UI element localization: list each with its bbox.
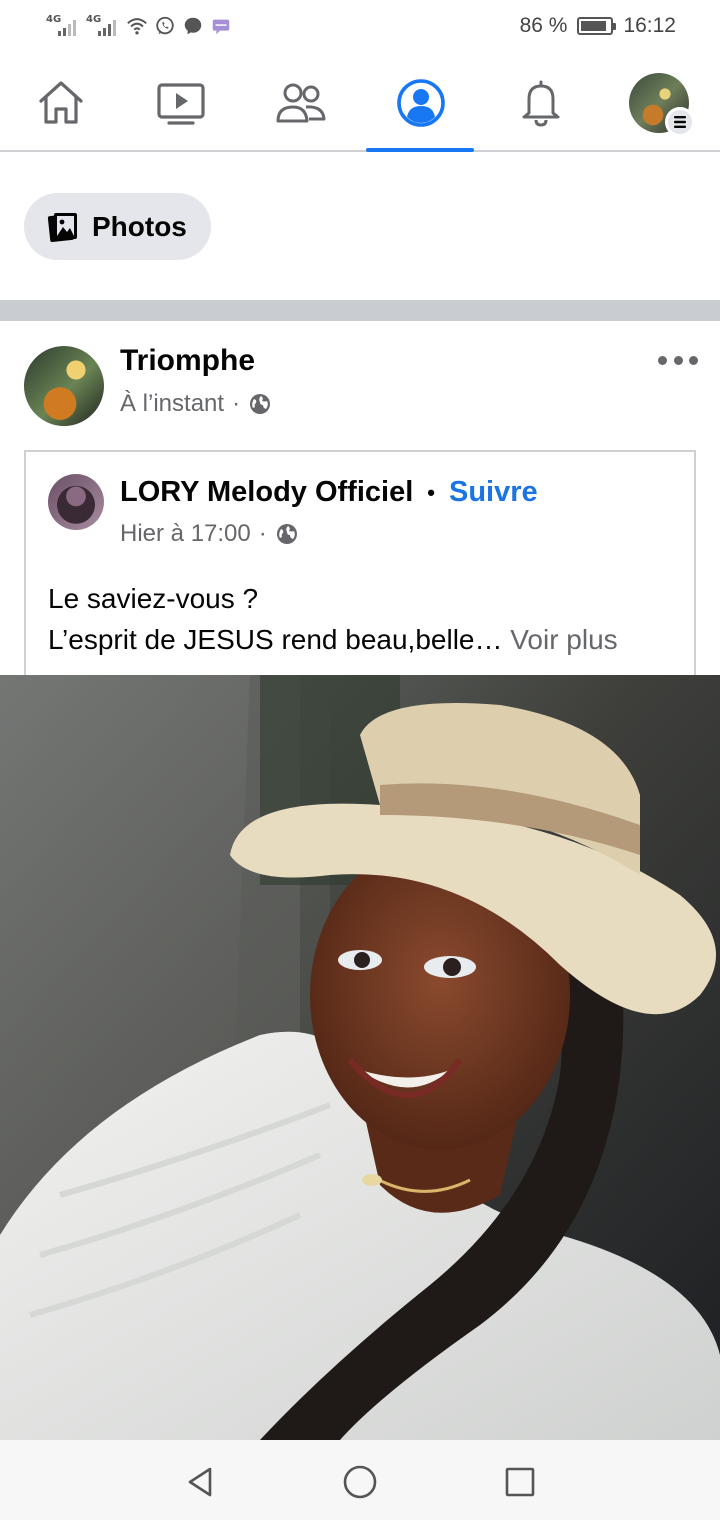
meta-separator: · — [258, 520, 267, 547]
post-text: Le saviez-vous ? L’esprit de JESUS rend … — [48, 578, 678, 660]
back-button[interactable] — [180, 1462, 220, 1502]
status-bar: 4G 4G 86 % 16:12 — [0, 0, 720, 56]
meta-separator: · — [232, 390, 241, 417]
recents-button[interactable] — [500, 1462, 540, 1502]
shared-author-name[interactable]: LORY Melody Officiel — [120, 476, 413, 509]
home-icon — [39, 81, 83, 124]
profile-icon — [397, 79, 445, 127]
tab-friends[interactable] — [246, 56, 356, 150]
post-timestamp[interactable]: À l’instant — [120, 390, 224, 418]
tab-notifications[interactable] — [486, 56, 596, 150]
shared-author-avatar[interactable] — [48, 474, 104, 530]
see-more-link[interactable]: Voir plus — [510, 624, 617, 655]
home-button[interactable] — [340, 1462, 380, 1502]
post-text-line: Le saviez-vous ? — [48, 583, 259, 614]
wifi-icon — [127, 18, 147, 35]
globe-icon — [250, 394, 271, 414]
photos-icon — [47, 212, 77, 242]
post-meta: À l’instant · — [120, 390, 272, 418]
menu-badge — [665, 107, 695, 137]
avatar — [629, 73, 695, 137]
messenger-icon — [184, 17, 202, 35]
photos-label: Photos — [92, 210, 187, 242]
shared-post-timestamp[interactable]: Hier à 17:00 — [120, 520, 251, 548]
message-icon — [212, 19, 230, 35]
status-icons-left: 4G 4G — [46, 14, 232, 38]
clock: 16:12 — [623, 14, 676, 37]
post-author-avatar[interactable] — [24, 346, 104, 426]
post-photo[interactable] — [0, 675, 720, 1440]
signal-icon: 4G — [86, 14, 120, 38]
shared-post-meta: Hier à 17:00 · — [120, 520, 299, 548]
tab-menu[interactable] — [604, 56, 714, 150]
system-nav-bar — [0, 1440, 720, 1520]
bell-icon — [522, 80, 560, 127]
back-icon — [188, 1467, 212, 1497]
recents-icon — [505, 1467, 535, 1497]
status-icons-right: 86 % 16:12 — [520, 14, 676, 38]
shared-post[interactable]: LORY Melody Officiel • Suivre Hier à 17:… — [24, 450, 696, 680]
friends-icon — [276, 83, 326, 123]
battery-icon — [577, 17, 617, 35]
post-author-name[interactable]: Triomphe — [120, 344, 255, 378]
more-options-icon — [658, 355, 667, 365]
whatsapp-icon — [156, 16, 174, 35]
tab-home[interactable] — [6, 56, 116, 150]
shared-author-row: LORY Melody Officiel • Suivre — [120, 476, 538, 509]
tab-watch[interactable] — [126, 56, 236, 150]
tab-profile[interactable] — [366, 56, 476, 152]
post-text-truncated: L’esprit de JESUS rend beau,belle… — [48, 624, 503, 655]
signal-icon: 4G — [46, 14, 80, 38]
top-nav — [0, 56, 720, 152]
menu-icon — [674, 116, 686, 128]
photos-button[interactable]: Photos — [24, 193, 211, 260]
section-divider — [0, 300, 720, 321]
video-icon — [157, 83, 205, 125]
home-circle-icon — [343, 1465, 377, 1499]
post-text-line-2: L’esprit de JESUS rend beau,belle… Voir … — [48, 619, 678, 660]
post-photo-image — [0, 675, 720, 1440]
follow-button[interactable]: Suivre — [449, 476, 538, 509]
battery-percent: 86 % — [519, 14, 568, 37]
battery-fill — [581, 21, 606, 31]
bullet-separator: • — [427, 479, 435, 505]
globe-icon — [276, 524, 297, 544]
more-options-button[interactable] — [658, 348, 698, 372]
